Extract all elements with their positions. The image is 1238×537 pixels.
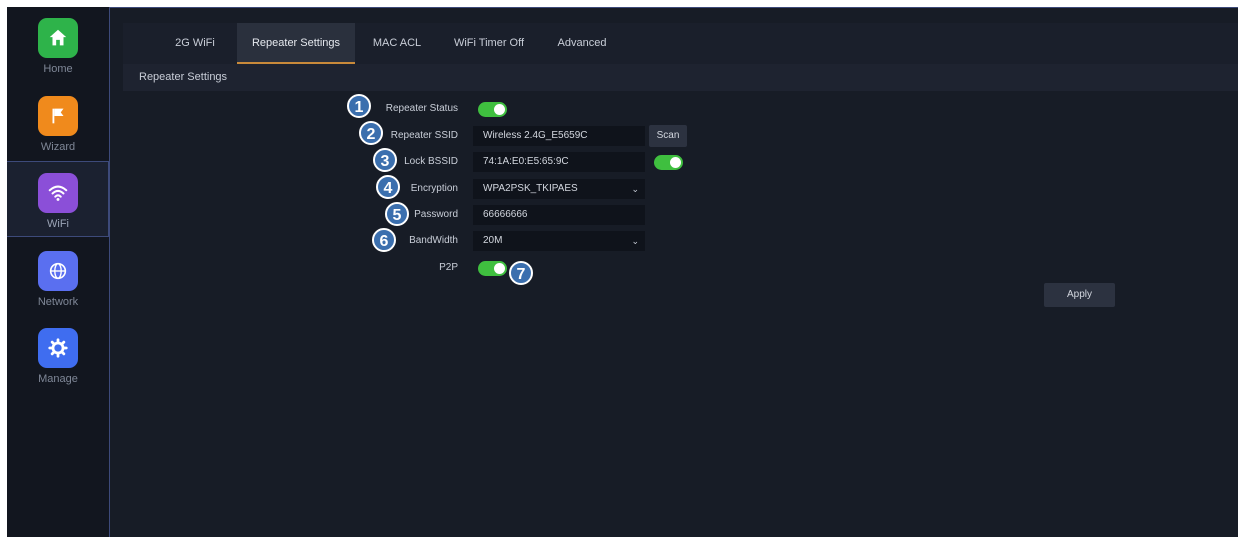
- wifi-icon: [38, 173, 78, 213]
- router-admin-window: Home Wizard WiFi Network Manage 2G WiFi …: [7, 7, 1238, 537]
- tab-advanced[interactable]: Advanced: [549, 23, 615, 64]
- sidebar-item-home[interactable]: Home: [7, 7, 109, 83]
- encryption-value: WPA2PSK_TKIPAES: [483, 183, 578, 194]
- section-header: Repeater Settings: [123, 64, 1238, 91]
- toggle-knob: [670, 157, 681, 168]
- sidebar-item-label: Home: [43, 63, 73, 75]
- sidebar-item-label: Network: [37, 296, 79, 308]
- toggle-knob: [494, 263, 505, 274]
- sidebar-item-label: Manage: [38, 373, 78, 385]
- sidebar-item-label: WiFi: [47, 218, 69, 230]
- home-icon: [38, 18, 78, 58]
- toggle-knob: [494, 104, 505, 115]
- repeater-status-toggle[interactable]: [478, 102, 507, 117]
- lock-bssid-label: Lock BSSID: [404, 156, 458, 167]
- password-input[interactable]: 66666666: [473, 205, 645, 225]
- scan-button[interactable]: Scan: [649, 125, 687, 147]
- sidebar-item-network[interactable]: Network: [7, 240, 109, 316]
- sidebar-item-wizard[interactable]: Wizard: [7, 85, 109, 161]
- encryption-label: Encryption: [410, 183, 458, 194]
- tab-repeater-settings[interactable]: Repeater Settings: [237, 23, 355, 64]
- tab-bar: 2G WiFi Repeater Settings MAC ACL WiFi T…: [123, 23, 1238, 64]
- sidebar-item-manage[interactable]: Manage: [7, 317, 109, 393]
- sidebar: Home Wizard WiFi Network Manage: [7, 7, 109, 537]
- p2p-toggle[interactable]: [478, 261, 507, 276]
- repeater-status-label: Repeater Status: [385, 103, 458, 114]
- lock-bssid-input[interactable]: 74:1A:E0:E5:65:9C: [473, 152, 645, 172]
- p2p-label: P2P: [439, 262, 458, 273]
- chevron-down-icon: ⌄: [631, 184, 639, 194]
- content-divider-top: [109, 7, 1238, 8]
- globe-icon: [38, 251, 78, 291]
- sidebar-item-wifi[interactable]: WiFi: [7, 161, 109, 237]
- bandwidth-label: BandWidth: [409, 235, 458, 246]
- callout-badge: 7: [509, 261, 533, 285]
- tab-mac-acl[interactable]: MAC ACL: [367, 23, 427, 64]
- gear-icon: [38, 328, 78, 368]
- tab-wifi-timer-off[interactable]: WiFi Timer Off: [441, 23, 537, 64]
- sidebar-item-label: Wizard: [40, 141, 76, 153]
- bandwidth-select[interactable]: 20M ⌄: [473, 231, 645, 251]
- flag-icon: [38, 96, 78, 136]
- chevron-down-icon: ⌄: [631, 236, 639, 246]
- repeater-ssid-input[interactable]: Wireless 2.4G_E5659C: [473, 126, 645, 146]
- lock-bssid-toggle[interactable]: [654, 155, 683, 170]
- section-title: Repeater Settings: [139, 71, 228, 83]
- content-divider: [109, 7, 110, 537]
- repeater-ssid-label: Repeater SSID: [390, 130, 458, 141]
- encryption-select[interactable]: WPA2PSK_TKIPAES ⌄: [473, 179, 645, 199]
- bandwidth-value: 20M: [483, 235, 503, 246]
- tab-2g-wifi[interactable]: 2G WiFi: [163, 23, 227, 64]
- password-label: Password: [414, 209, 458, 220]
- apply-button[interactable]: Apply: [1044, 283, 1115, 307]
